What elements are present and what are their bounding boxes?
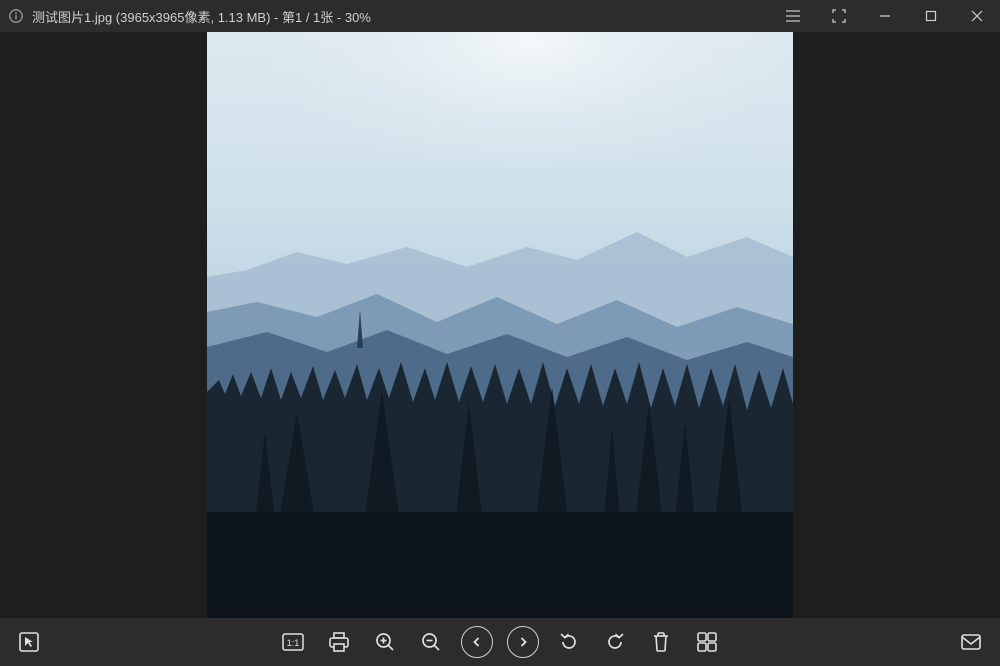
svg-text:1:1: 1:1 [287, 638, 300, 648]
actual-size-button[interactable]: 1:1 [276, 625, 310, 659]
window-title: 测试图片1.jpg (3965x3965像素, 1.13 MB) - 第1 / … [32, 7, 371, 26]
close-button[interactable] [954, 0, 1000, 32]
bottom-toolbar: 1:1 [0, 618, 1000, 666]
info-icon [8, 8, 24, 24]
zoom-out-button[interactable] [414, 625, 448, 659]
gallery-button[interactable] [690, 625, 724, 659]
rotate-cw-button[interactable] [598, 625, 632, 659]
displayed-image [207, 32, 793, 618]
maximize-button[interactable] [908, 0, 954, 32]
next-button[interactable] [506, 625, 540, 659]
share-button[interactable] [954, 625, 988, 659]
titlebar: 测试图片1.jpg (3965x3965像素, 1.13 MB) - 第1 / … [0, 0, 1000, 32]
delete-button[interactable] [644, 625, 678, 659]
image-viewport[interactable] [0, 32, 1000, 618]
minimize-button[interactable] [862, 0, 908, 32]
select-tool-button[interactable] [12, 625, 46, 659]
zoom-in-button[interactable] [368, 625, 402, 659]
fullscreen-button[interactable] [816, 0, 862, 32]
print-button[interactable] [322, 625, 356, 659]
rotate-ccw-button[interactable] [552, 625, 586, 659]
menu-button[interactable] [770, 0, 816, 32]
previous-button[interactable] [460, 625, 494, 659]
window-controls [770, 0, 1000, 32]
